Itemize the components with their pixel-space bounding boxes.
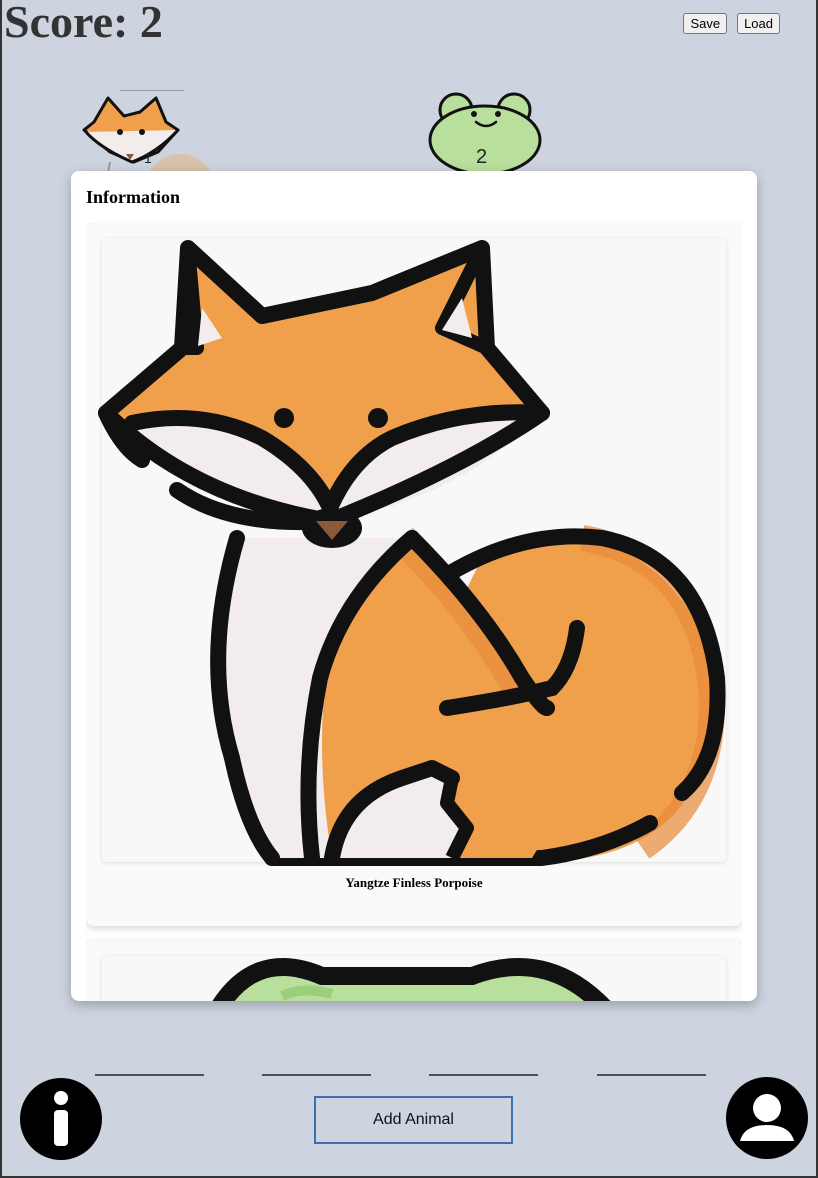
animal-card-image — [102, 956, 726, 1001]
fox-icon — [98, 240, 726, 866]
toolbar: Save Load — [683, 13, 780, 34]
animal-card[interactable]: Yangtze Finless Porpoise — [86, 223, 742, 926]
info-icon — [20, 1078, 102, 1160]
board-frog-number: 2 — [476, 146, 488, 168]
slot-line[interactable] — [597, 1074, 706, 1076]
modal-card-list[interactable]: Yangtze Finless Porpoise — [86, 223, 742, 1001]
slot-line[interactable] — [429, 1074, 538, 1076]
load-button[interactable]: Load — [737, 13, 780, 34]
animal-card[interactable] — [86, 941, 742, 1001]
animal-card-caption: Yangtze Finless Porpoise — [345, 875, 483, 890]
modal-title: Information — [86, 187, 180, 207]
score-display: Score: 2 — [4, 0, 163, 47]
slot-line[interactable] — [262, 1074, 371, 1076]
save-button[interactable]: Save — [683, 13, 728, 34]
user-icon — [726, 1077, 808, 1159]
user-button[interactable] — [726, 1077, 808, 1159]
board-fox-divider — [120, 90, 184, 91]
animal-slots — [95, 1074, 707, 1078]
frog-icon — [212, 958, 611, 1001]
info-button[interactable] — [20, 1078, 102, 1160]
slot-line[interactable] — [95, 1074, 204, 1076]
board-fox-number: 1 — [144, 150, 152, 166]
information-modal: Information Yangtze Finless Porpoise — [71, 171, 757, 1001]
animal-card-image — [98, 238, 726, 866]
add-animal-button[interactable]: Add Animal — [314, 1096, 513, 1144]
